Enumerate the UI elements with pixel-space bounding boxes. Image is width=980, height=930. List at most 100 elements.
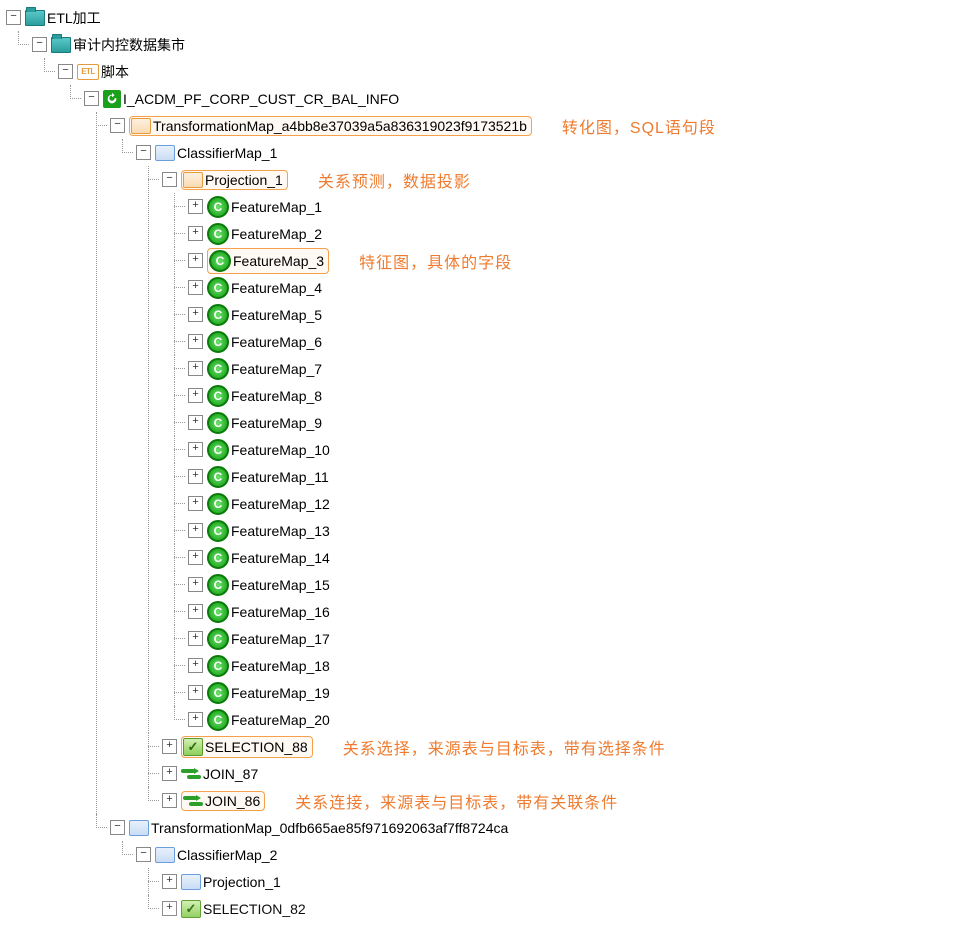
node-featuremap[interactable]: FeatureMap_7 xyxy=(231,361,322,377)
collapse-toggle[interactable]: − xyxy=(136,847,151,862)
expand-toggle[interactable]: + xyxy=(188,415,203,430)
expand-toggle[interactable]: + xyxy=(188,307,203,322)
transformation-icon xyxy=(129,820,149,836)
expand-toggle[interactable]: + xyxy=(162,739,177,754)
folder-icon xyxy=(25,10,45,26)
expand-toggle[interactable]: + xyxy=(188,199,203,214)
classifier-icon xyxy=(155,847,175,863)
selection-icon: ✓ xyxy=(183,738,203,756)
node-etl-root[interactable]: ETL加工 xyxy=(47,8,101,28)
expand-toggle[interactable]: + xyxy=(162,901,177,916)
expand-toggle[interactable]: + xyxy=(188,442,203,457)
expand-toggle[interactable]: + xyxy=(188,577,203,592)
node-featuremap[interactable]: FeatureMap_19 xyxy=(231,685,330,701)
featuremap-icon: C xyxy=(207,196,229,218)
expand-toggle[interactable]: + xyxy=(188,658,203,673)
node-featuremap[interactable]: FeatureMap_12 xyxy=(231,496,330,512)
node-join[interactable]: JOIN_86 xyxy=(205,793,260,809)
expand-toggle[interactable]: + xyxy=(188,334,203,349)
featuremap-icon: C xyxy=(207,601,229,623)
collapse-toggle[interactable]: − xyxy=(6,10,21,25)
node-classifiermap[interactable]: ClassifierMap_1 xyxy=(177,145,277,161)
projection-icon xyxy=(183,172,203,188)
node-featuremap[interactable]: FeatureMap_2 xyxy=(231,226,322,242)
node-job[interactable]: I_ACDM_PF_CORP_CUST_CR_BAL_INFO xyxy=(123,91,399,107)
node-featuremap[interactable]: FeatureMap_9 xyxy=(231,415,322,431)
expand-toggle[interactable]: + xyxy=(188,496,203,511)
expand-toggle[interactable]: + xyxy=(188,361,203,376)
expand-toggle[interactable]: + xyxy=(188,712,203,727)
expand-toggle[interactable]: + xyxy=(188,631,203,646)
featuremap-icon: C xyxy=(207,385,229,407)
node-featuremap[interactable]: FeatureMap_8 xyxy=(231,388,322,404)
node-selection[interactable]: SELECTION_82 xyxy=(203,901,306,917)
collapse-toggle[interactable]: − xyxy=(136,145,151,160)
refresh-icon xyxy=(103,90,121,108)
featuremap-icon: C xyxy=(207,574,229,596)
highlight-box: Projection_1 xyxy=(181,170,288,190)
expand-toggle[interactable]: + xyxy=(188,226,203,241)
folder-icon xyxy=(51,37,71,53)
node-featuremap[interactable]: FeatureMap_3 xyxy=(233,253,324,269)
featuremap-icon: C xyxy=(207,547,229,569)
node-featuremap[interactable]: FeatureMap_20 xyxy=(231,712,330,728)
featuremap-icon: C xyxy=(207,628,229,650)
expand-toggle[interactable]: + xyxy=(188,550,203,565)
node-projection[interactable]: Projection_1 xyxy=(205,172,283,188)
expand-toggle[interactable]: + xyxy=(162,766,177,781)
expand-toggle[interactable]: + xyxy=(188,523,203,538)
node-featuremap[interactable]: FeatureMap_6 xyxy=(231,334,322,350)
selection-icon: ✓ xyxy=(181,900,201,918)
node-featuremap[interactable]: FeatureMap_14 xyxy=(231,550,330,566)
expand-toggle[interactable]: + xyxy=(162,793,177,808)
featuremap-icon: C xyxy=(207,223,229,245)
node-selection[interactable]: SELECTION_88 xyxy=(205,739,308,755)
featuremap-icon: C xyxy=(207,709,229,731)
tree-view: − ETL加工 − 审计内控数据集市 − ETL 脚本 − xyxy=(4,4,980,922)
highlight-box: ✓ SELECTION_88 xyxy=(181,736,313,758)
annotation-projection: 关系预测，数据投影 xyxy=(318,168,471,192)
featuremap-icon: C xyxy=(207,412,229,434)
node-featuremap[interactable]: FeatureMap_18 xyxy=(231,658,330,674)
featuremap-icon: C xyxy=(207,304,229,326)
expand-toggle[interactable]: + xyxy=(162,874,177,889)
etl-icon: ETL xyxy=(77,64,99,80)
node-join[interactable]: JOIN_87 xyxy=(203,766,258,782)
featuremap-icon: C xyxy=(207,331,229,353)
expand-toggle[interactable]: + xyxy=(188,388,203,403)
collapse-toggle[interactable]: − xyxy=(58,64,73,79)
expand-toggle[interactable]: + xyxy=(188,253,203,268)
join-icon xyxy=(181,766,201,782)
node-classifiermap[interactable]: ClassifierMap_2 xyxy=(177,847,277,863)
node-projection[interactable]: Projection_1 xyxy=(203,874,281,890)
expand-toggle[interactable]: + xyxy=(188,469,203,484)
highlight-box: JOIN_86 xyxy=(181,791,265,811)
node-featuremap[interactable]: FeatureMap_1 xyxy=(231,199,322,215)
node-featuremap[interactable]: FeatureMap_10 xyxy=(231,442,330,458)
collapse-toggle[interactable]: − xyxy=(110,820,125,835)
node-script[interactable]: 脚本 xyxy=(101,62,129,82)
featuremap-icon: C xyxy=(209,250,231,272)
node-transformationmap[interactable]: TransformationMap_a4bb8e37039a5a83631902… xyxy=(153,118,527,134)
collapse-toggle[interactable]: − xyxy=(84,91,99,106)
node-featuremap[interactable]: FeatureMap_16 xyxy=(231,604,330,620)
collapse-toggle[interactable]: − xyxy=(32,37,47,52)
featuremap-icon: C xyxy=(207,439,229,461)
node-transformationmap[interactable]: TransformationMap_0dfb665ae85f971692063a… xyxy=(151,820,508,836)
node-featuremap[interactable]: FeatureMap_15 xyxy=(231,577,330,593)
node-featuremap[interactable]: FeatureMap_13 xyxy=(231,523,330,539)
featuremap-icon: C xyxy=(207,466,229,488)
join-icon xyxy=(183,793,203,809)
projection-icon xyxy=(181,874,201,890)
collapse-toggle[interactable]: − xyxy=(110,118,125,133)
node-featuremap[interactable]: FeatureMap_5 xyxy=(231,307,322,323)
featuremap-icon: C xyxy=(207,493,229,515)
node-featuremap[interactable]: FeatureMap_17 xyxy=(231,631,330,647)
expand-toggle[interactable]: + xyxy=(188,280,203,295)
collapse-toggle[interactable]: − xyxy=(162,172,177,187)
expand-toggle[interactable]: + xyxy=(188,685,203,700)
node-featuremap[interactable]: FeatureMap_11 xyxy=(231,469,329,485)
node-featuremap[interactable]: FeatureMap_4 xyxy=(231,280,322,296)
node-datamart[interactable]: 审计内控数据集市 xyxy=(73,35,185,55)
expand-toggle[interactable]: + xyxy=(188,604,203,619)
